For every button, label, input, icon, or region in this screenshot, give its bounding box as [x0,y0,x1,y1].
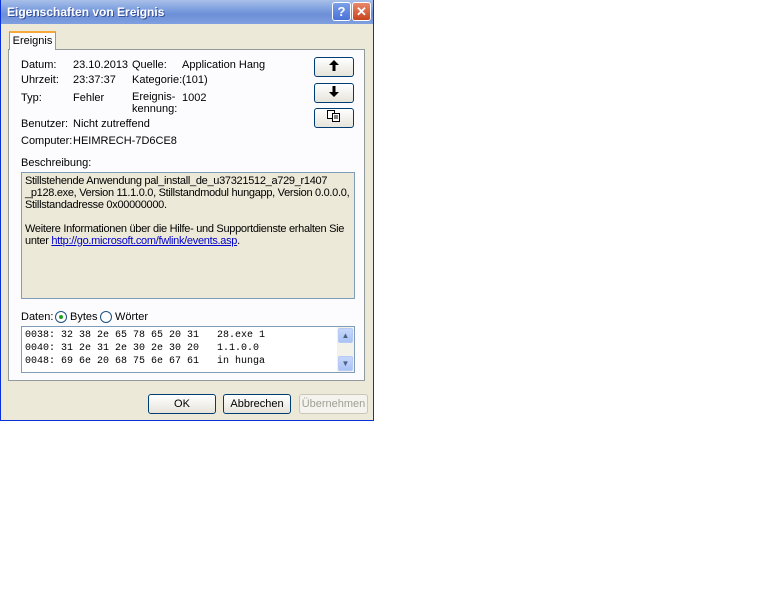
arrow-down-icon [329,86,339,97]
event-id-label-line1: Ereignis- [132,91,176,103]
previous-event-button[interactable] [314,57,354,77]
scroll-up-icon[interactable]: ▲ [338,328,353,343]
next-event-button[interactable] [314,83,354,103]
data-hex-view[interactable]: 0038: 32 38 2e 65 78 65 20 31 28.exe 1 0… [21,326,355,373]
arrow-up-icon [329,60,339,71]
words-radio[interactable] [100,311,112,323]
close-icon[interactable]: ✕ [352,2,371,21]
window-title: Eigenschaften von Ereignis [7,5,165,19]
title-bar[interactable]: Eigenschaften von Ereignis ? ✕ [1,0,373,24]
words-radio-label[interactable]: Wörter [115,311,148,323]
event-properties-dialog: Eigenschaften von Ereignis ? ✕ Ereignis … [0,0,374,421]
date-label: Datum: [21,59,57,71]
time-label: Uhrzeit: [21,74,59,86]
computer-label: Computer: [21,135,73,147]
copy-button[interactable] [314,108,354,128]
hex-line: 0048: 69 6e 20 68 75 6e 67 61 in hunga [25,356,266,367]
type-label: Typ: [21,92,42,104]
event-id-value: 1002 [182,92,207,104]
source-label: Quelle: [132,59,167,71]
events-link[interactable]: http://go.microsoft.com/fwlink/events.as… [51,235,237,247]
description-period: . [237,235,240,247]
data-label: Daten: [21,311,54,323]
category-label: Kategorie: [132,74,183,86]
source-value: Application Hang [182,59,266,71]
hex-line: 0038: 32 38 2e 65 78 65 20 31 28.exe 1 [25,330,266,341]
bytes-radio-label[interactable]: Bytes [70,311,98,323]
help-icon[interactable]: ? [332,2,351,21]
computer-value: HEIMRECH-7D6CE8 [73,135,177,147]
apply-button[interactable]: Übernehmen [299,394,368,414]
description-box[interactable]: Stillstehende Anwendung pal_install_de_u… [21,172,355,299]
type-value: Fehler [73,92,105,104]
description-text: Stillstehende Anwendung pal_install_de_u… [25,175,350,211]
category-value: (101) [182,74,208,86]
ok-button[interactable]: OK [148,394,216,414]
event-id-label-line2: kennung: [132,103,178,115]
tab-ereignis[interactable]: Ereignis [9,31,56,50]
radio-selected-dot [59,315,63,319]
description-label: Beschreibung: [21,157,92,169]
user-value: Nicht zutreffend [73,118,150,130]
bytes-radio[interactable] [55,311,67,323]
cancel-button[interactable]: Abbrechen [223,394,291,414]
time-value: 23:37:37 [73,74,116,86]
copy-icon [327,110,340,122]
description-more-info: Weitere Informationen über die Hilfe- un… [25,223,351,247]
scroll-down-icon[interactable]: ▼ [338,356,353,371]
hex-line: 0040: 31 2e 31 2e 30 2e 30 20 1.1.0.0 [25,343,266,354]
hex-scrollbar[interactable]: ▲ ▼ [337,327,354,372]
user-label: Benutzer: [21,118,69,130]
date-value: 23.10.2013 [73,59,129,71]
